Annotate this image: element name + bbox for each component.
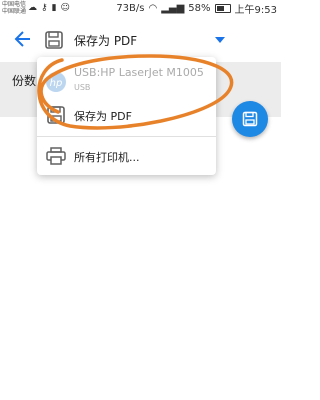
menu-item-hp-laserjet[interactable]: hp USB:HP LaserJet M1005 USB (37, 61, 216, 99)
clock: 上午9:53 (234, 4, 277, 16)
menu-item-sublabel: USB (74, 83, 91, 92)
network-speed: 73B/s (116, 2, 145, 14)
signal-icon: ▂▄▆ (161, 2, 185, 14)
battery-icon (214, 3, 231, 13)
menu-divider (37, 136, 216, 137)
copies-label: 份数 (12, 74, 37, 88)
wifi-icon: ◠ (148, 2, 158, 14)
chevron-down-icon[interactable] (215, 37, 225, 43)
carrier-2: 中国联通 (2, 8, 27, 15)
menu-item-label: 所有打印机... (74, 151, 140, 164)
svg-text:hp: hp (50, 78, 63, 89)
status-right: 73B/s ◠ ▂▄▆ 58% 上午9:53 (116, 2, 277, 16)
printer-icon (46, 147, 66, 165)
printer-select[interactable]: 保存为 PDF (44, 26, 244, 54)
print-fab-button[interactable] (232, 101, 268, 137)
arrow-left-icon (14, 31, 30, 47)
notification-icons: ☁ ⚷ ▮ ☺ (28, 2, 70, 14)
menu-item-save-pdf[interactable]: 保存为 PDF (37, 98, 216, 132)
printer-dropdown-menu: hp USB:HP LaserJet M1005 USB 保存为 PDF 所有打… (37, 57, 216, 175)
hp-logo-icon: hp (46, 72, 66, 92)
app-bar: 保存为 PDF (0, 18, 281, 62)
back-button[interactable] (12, 28, 34, 50)
lock-icon: ▮ (51, 3, 57, 13)
printer-select-label: 保存为 PDF (74, 33, 138, 48)
key-icon: ⚷ (41, 3, 48, 13)
carrier-info: 中国电信 中国联通 (2, 1, 26, 15)
chat-icon: ☁ (28, 3, 37, 13)
app-icon: ☺ (60, 3, 70, 13)
status-bar: 中国电信 中国联通 ☁ ⚷ ▮ ☺ 73B/s ◠ ▂▄▆ 58% 上午9:53 (0, 0, 281, 18)
pdf-save-icon (45, 31, 63, 49)
carrier-1: 中国电信 (2, 1, 27, 8)
pdf-save-icon (47, 106, 65, 124)
menu-item-label: 保存为 PDF (74, 110, 132, 123)
menu-item-label: USB:HP LaserJet M1005 (74, 66, 204, 79)
battery-percent: 58% (188, 2, 211, 14)
save-icon (242, 111, 258, 127)
menu-item-all-printers[interactable]: 所有打印机... (37, 139, 216, 173)
